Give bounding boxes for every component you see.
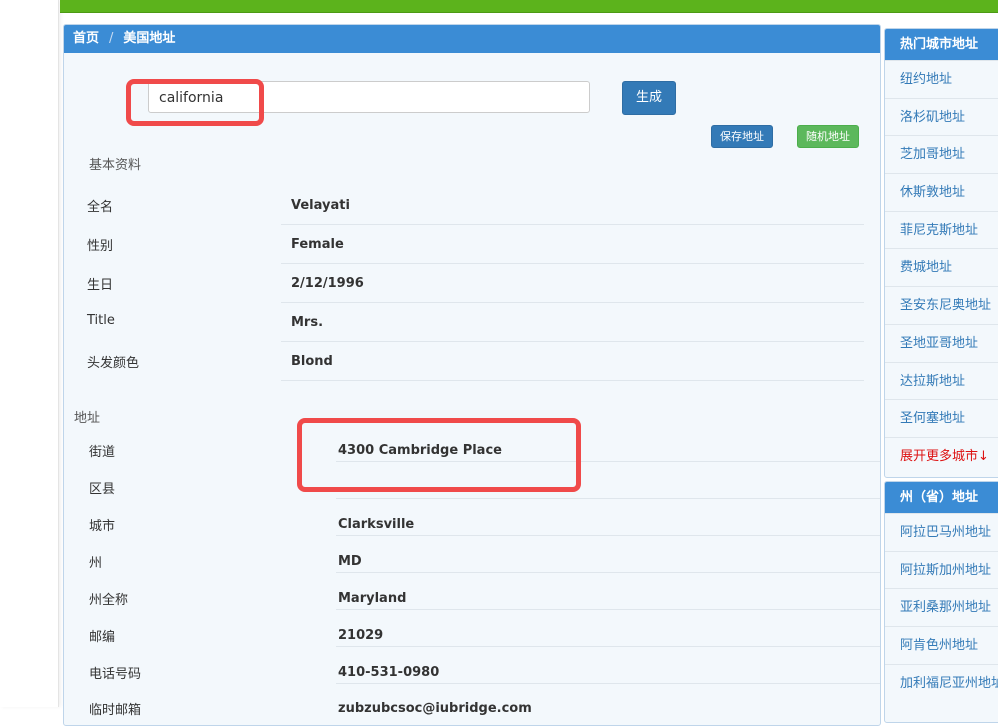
- row-value-temp-email: zubzubcsoc@iubridge.com: [338, 701, 532, 716]
- row-label-zipcode: 邮编: [89, 630, 116, 645]
- save-address-button[interactable]: 保存地址: [711, 125, 773, 148]
- hot-city-link[interactable]: 洛杉矶地址: [885, 97, 998, 136]
- states-title: 州（省）地址: [885, 482, 998, 513]
- row-value-hair-color: Blond: [291, 354, 333, 369]
- row-label-fullname: 全名: [87, 200, 114, 215]
- hot-cities-panel: 热门城市地址 纽约地址 洛杉矶地址 芝加哥地址 休斯敦地址 菲尼克斯地址 费城地…: [884, 28, 998, 478]
- hot-city-link[interactable]: 达拉斯地址: [885, 361, 998, 400]
- row-label-street: 街道: [89, 445, 116, 460]
- row-label-state-fullname: 州全称: [89, 593, 129, 608]
- row-divider: [336, 609, 880, 610]
- row-label-phone: 电话号码: [89, 667, 142, 682]
- state-link[interactable]: 亚利桑那州地址: [885, 588, 998, 626]
- row-label-birthday: 生日: [87, 278, 114, 293]
- hot-city-link[interactable]: 纽约地址: [885, 60, 998, 98]
- address-title: 地址: [74, 411, 101, 426]
- row-divider: [281, 302, 864, 303]
- hot-city-link[interactable]: 圣何塞地址: [885, 399, 998, 437]
- breadcrumb-separator: /: [109, 31, 114, 46]
- row-divider: [281, 263, 864, 264]
- state-link[interactable]: 阿拉巴马州地址: [885, 513, 998, 551]
- breadcrumb-home-link[interactable]: 首页: [73, 31, 99, 46]
- row-divider: [336, 498, 880, 499]
- row-divider: [281, 224, 864, 225]
- hot-city-link[interactable]: 菲尼克斯地址: [885, 210, 998, 249]
- row-label-county: 区县: [89, 482, 116, 497]
- row-value-fullname: Velayati: [291, 198, 350, 213]
- row-divider: [336, 572, 880, 573]
- main-panel: 首页 / 美国地址 california 生成 保存地址 随机地址 基本资料 全名 …: [63, 24, 881, 726]
- generate-button[interactable]: 生成: [622, 81, 676, 115]
- state-link[interactable]: 阿拉斯加州地址: [885, 550, 998, 589]
- hot-city-link[interactable]: 休斯敦地址: [885, 173, 998, 211]
- expand-more-cities-link[interactable]: 展开更多城市↓: [885, 436, 998, 475]
- row-label-hair-color: 头发颜色: [87, 356, 140, 371]
- breadcrumb-current: 美国地址: [123, 31, 176, 46]
- row-value-phone: 410-531-0980: [338, 665, 440, 680]
- row-divider: [336, 646, 880, 647]
- state-link[interactable]: 阿肯色州地址: [885, 626, 998, 664]
- row-value-city: Clarksville: [338, 517, 415, 532]
- row-divider: [336, 535, 880, 536]
- top-green-bar: [60, 0, 998, 13]
- row-label-temp-email: 临时邮箱: [89, 703, 142, 718]
- breadcrumb: 首页 / 美国地址: [64, 25, 880, 53]
- state-link[interactable]: 加利福尼亚州地址: [885, 663, 998, 702]
- row-divider: [336, 683, 880, 684]
- row-value-gender: Female: [291, 237, 344, 252]
- row-label-state: 州: [89, 556, 103, 571]
- row-divider: [281, 341, 864, 342]
- row-label-title: Title: [87, 313, 115, 328]
- random-address-button[interactable]: 随机地址: [797, 125, 859, 148]
- left-page-margin: [0, 0, 59, 707]
- hot-cities-title: 热门城市地址: [885, 29, 998, 60]
- row-value-zipcode: 21029: [338, 628, 384, 643]
- states-panel: 州（省）地址 阿拉巴马州地址 阿拉斯加州地址 亚利桑那州地址 阿肯色州地址 加利…: [884, 481, 998, 723]
- basic-info-title: 基本资料: [89, 158, 142, 173]
- hot-city-link[interactable]: 费城地址: [885, 248, 998, 286]
- row-value-state-fullname: Maryland: [338, 591, 407, 606]
- row-label-gender: 性别: [87, 239, 114, 254]
- row-value-title: Mrs.: [291, 315, 324, 330]
- highlight-box-street: [297, 418, 581, 492]
- row-label-city: 城市: [89, 519, 116, 534]
- hot-city-link[interactable]: 圣地亚哥地址: [885, 323, 998, 362]
- row-value-birthday: 2/12/1996: [291, 276, 364, 291]
- row-value-state: MD: [338, 554, 362, 569]
- row-divider: [281, 380, 864, 381]
- highlight-box-search: [126, 79, 264, 126]
- hot-city-link[interactable]: 圣安东尼奥地址: [885, 286, 998, 324]
- hot-city-link[interactable]: 芝加哥地址: [885, 135, 998, 173]
